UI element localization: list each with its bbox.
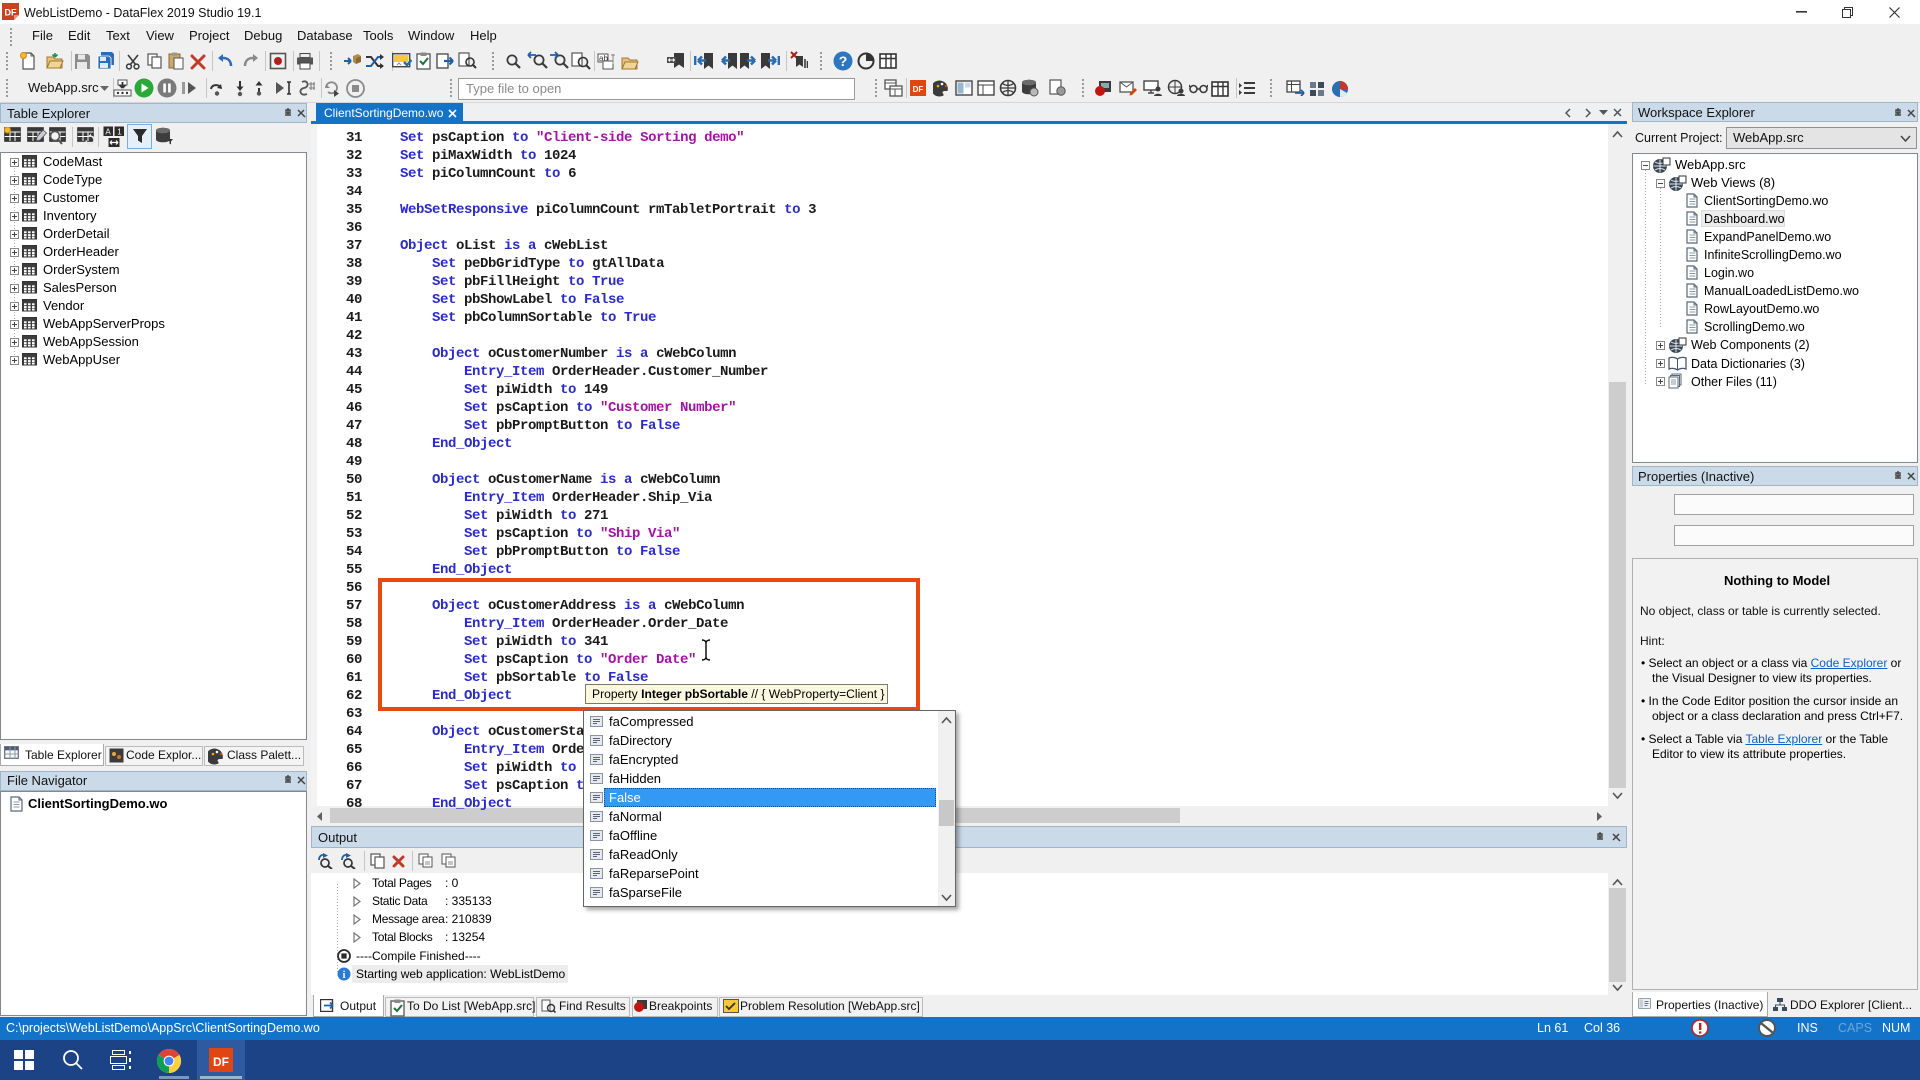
- svg-text:DF: DF: [5, 8, 17, 18]
- svg-text:DF: DF: [913, 85, 924, 94]
- svg-text:i: i: [343, 970, 346, 981]
- svg-text:1: 1: [117, 128, 122, 137]
- svg-text:DF: DF: [213, 1055, 229, 1069]
- svg-text:?: ?: [839, 53, 848, 69]
- svg-text:A: A: [105, 128, 111, 137]
